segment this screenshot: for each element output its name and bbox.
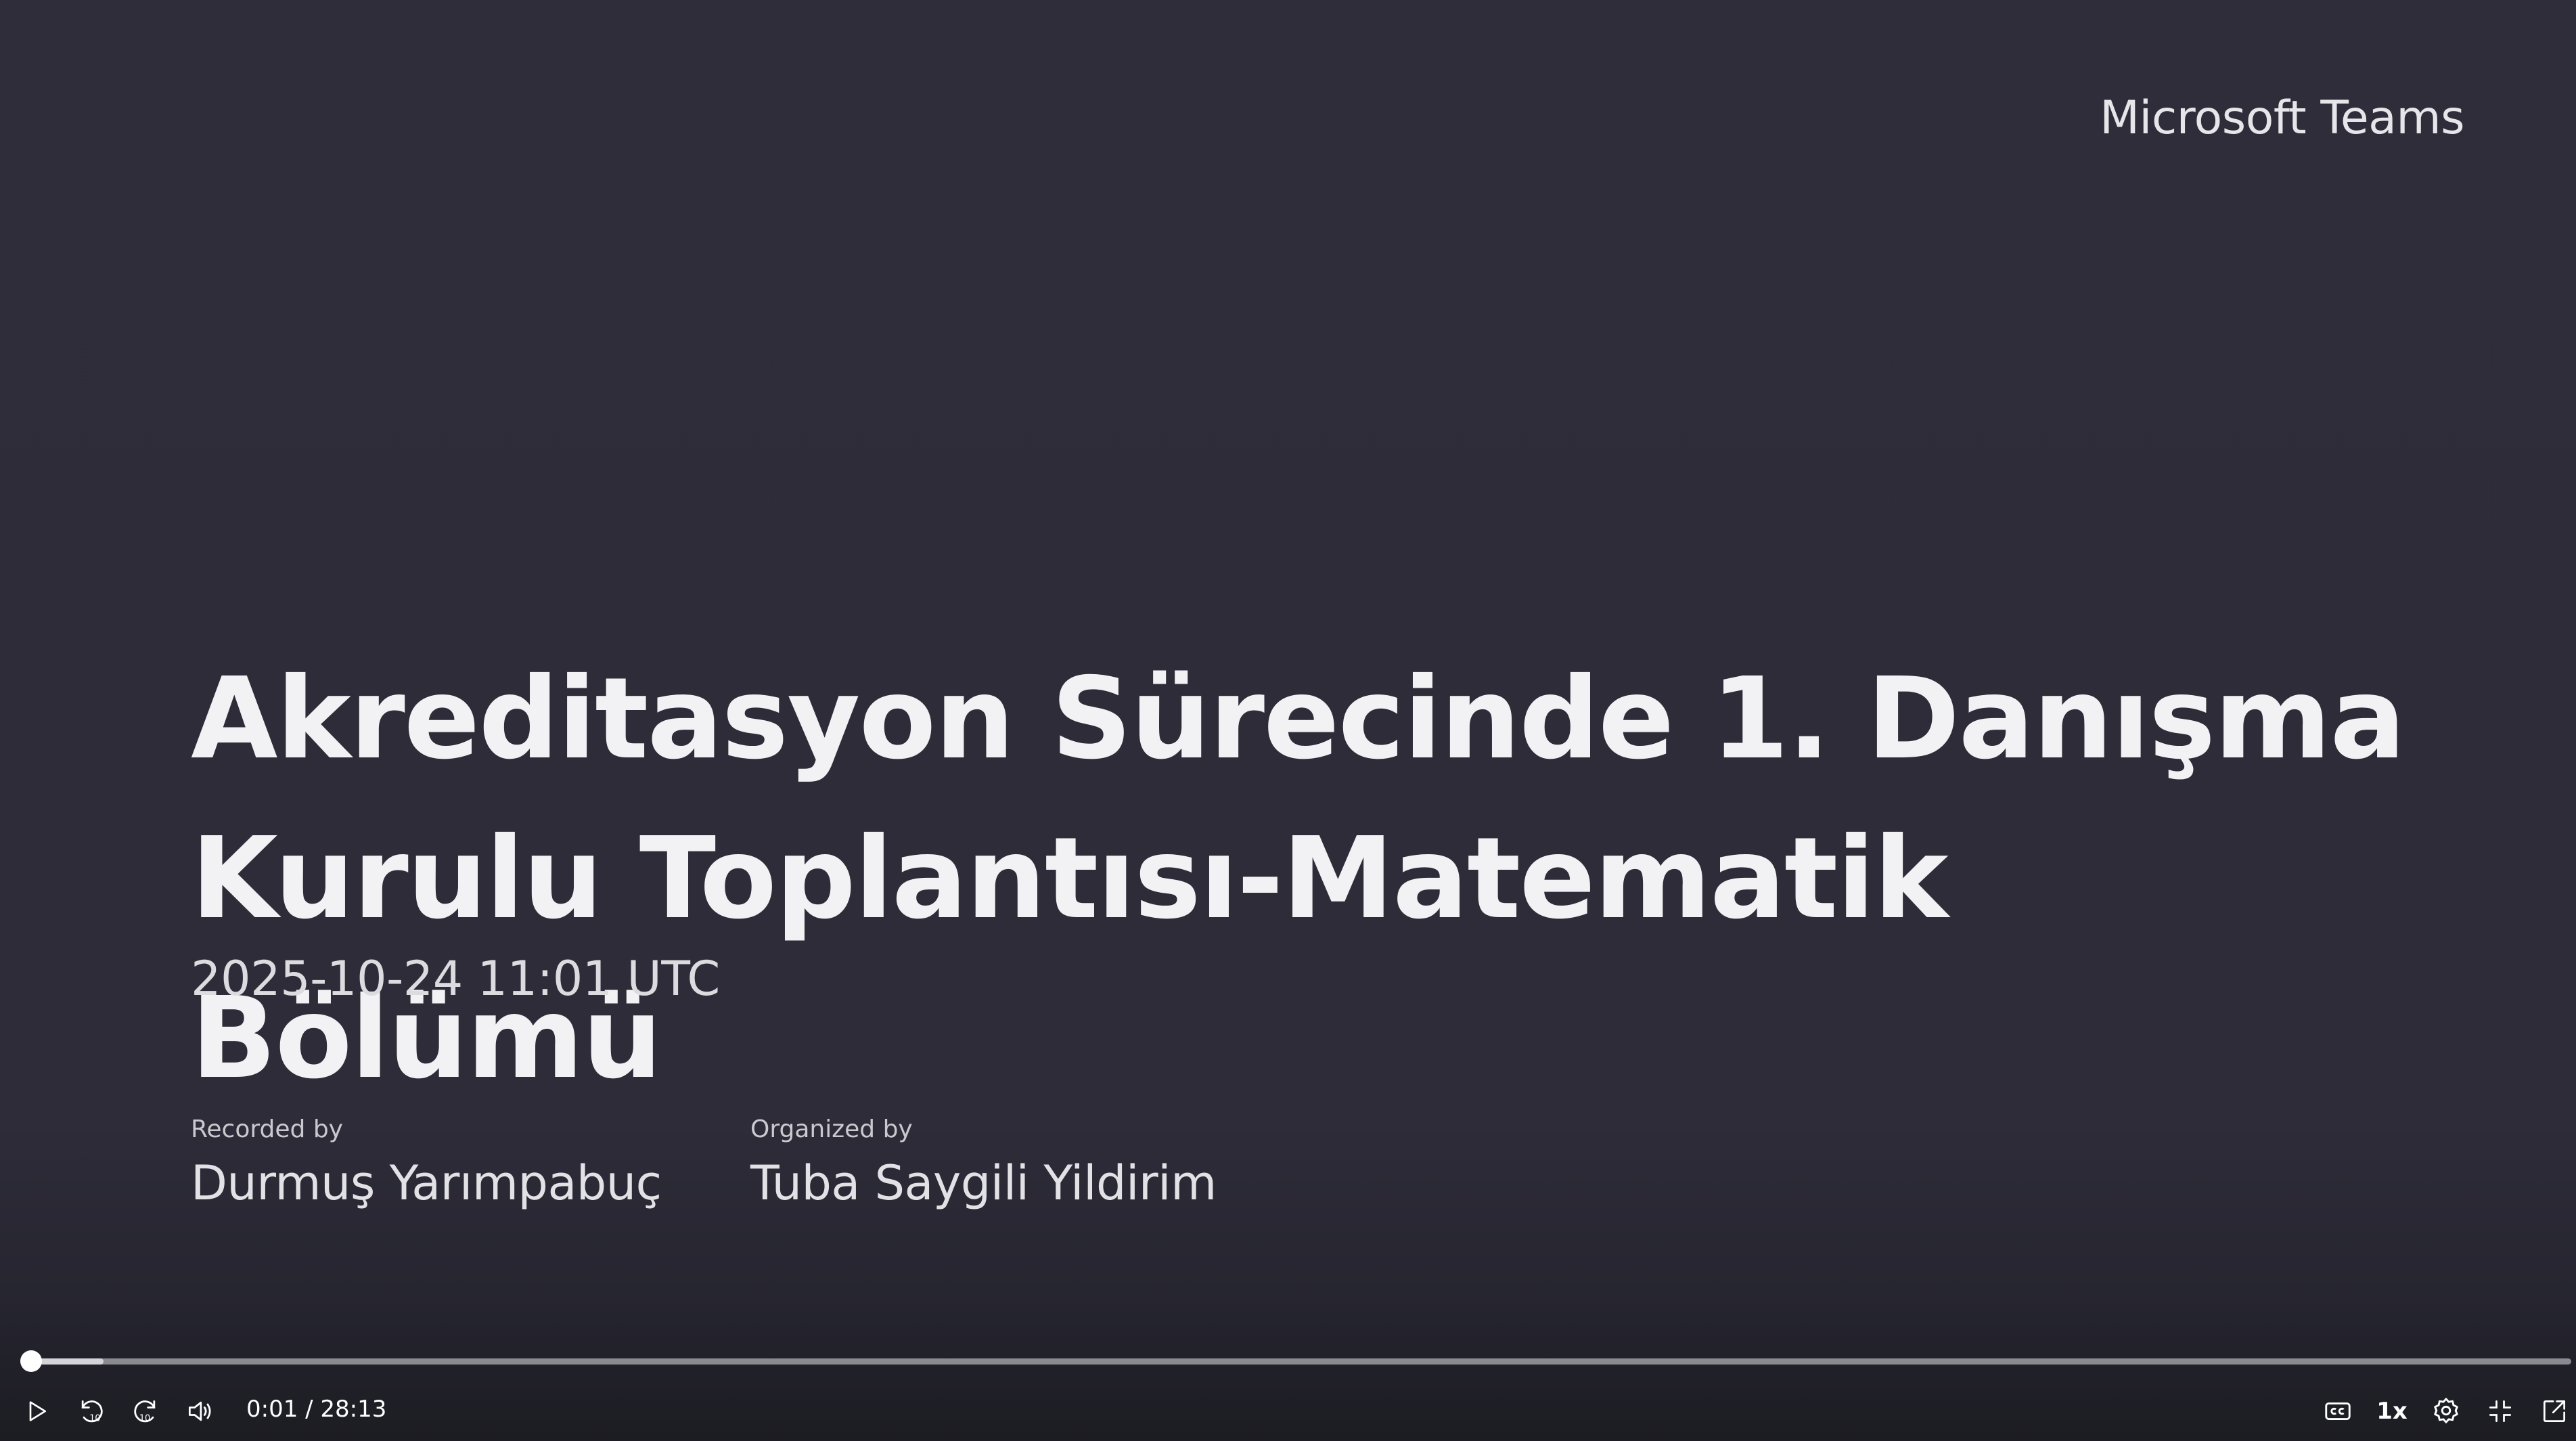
captions-icon xyxy=(2322,1396,2353,1427)
organized-by-name: Tuba Saygili Yildirim xyxy=(750,1155,1217,1211)
captions-button[interactable] xyxy=(2314,1388,2362,1435)
pop-out-button[interactable] xyxy=(2531,1388,2576,1435)
video-player[interactable]: Microsoft Teams Akreditasyon Sürecinde 1… xyxy=(0,0,2576,1441)
rewind-10-icon: 10 xyxy=(76,1396,106,1426)
playback-speed-button[interactable]: 1x xyxy=(2368,1388,2416,1435)
play-button[interactable] xyxy=(14,1388,61,1435)
player-controls: 10 10 0:01 / 28:13 1x xyxy=(0,1381,2576,1441)
seek-bar-thumb[interactable] xyxy=(20,1350,43,1372)
recorded-by-block: Recorded by Durmuş Yarımpabuç xyxy=(191,1115,662,1211)
organized-by-caption: Organized by xyxy=(750,1115,913,1143)
meeting-title: Akreditasyon Sürecinde 1. Danışma Kurulu… xyxy=(191,654,2405,1104)
play-icon xyxy=(24,1398,51,1425)
exit-fullscreen-button[interactable] xyxy=(2477,1388,2524,1435)
seek-bar[interactable] xyxy=(20,1350,2571,1372)
settings-button[interactable] xyxy=(2422,1388,2470,1435)
rewind-10-button[interactable]: 10 xyxy=(68,1388,115,1435)
exit-fullscreen-icon xyxy=(2485,1396,2515,1426)
volume-icon xyxy=(185,1396,214,1426)
meeting-datetime: 2025-10-24 11:01 UTC xyxy=(191,951,720,1006)
forward-10-button[interactable]: 10 xyxy=(122,1388,169,1435)
svg-text:10: 10 xyxy=(89,1414,100,1424)
recorded-by-name: Durmuş Yarımpabuç xyxy=(191,1155,662,1211)
forward-10-icon: 10 xyxy=(131,1396,160,1426)
time-display: 0:01 / 28:13 xyxy=(246,1396,387,1423)
organized-by-block: Organized by Tuba Saygili Yildirim xyxy=(750,1115,1217,1211)
gear-icon xyxy=(2431,1396,2462,1427)
brand-label: Microsoft Teams xyxy=(2100,91,2464,145)
svg-text:10: 10 xyxy=(139,1414,150,1424)
video-frame[interactable]: Microsoft Teams Akreditasyon Sürecinde 1… xyxy=(0,0,2576,1441)
volume-button[interactable] xyxy=(176,1388,223,1435)
recorded-by-caption: Recorded by xyxy=(191,1115,343,1143)
pop-out-icon xyxy=(2539,1396,2569,1426)
